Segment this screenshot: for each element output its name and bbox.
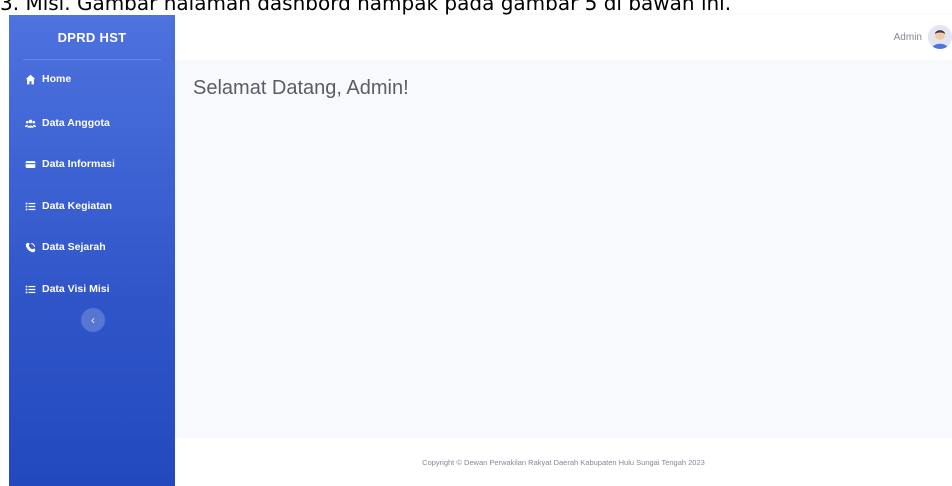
user-menu[interactable]: Admin — [894, 25, 952, 49]
sidebar-item-label: Home — [42, 73, 72, 85]
sidebar-divider — [23, 59, 161, 60]
sidebar-item-data-sejarah[interactable]: Data Sejarah — [9, 235, 175, 259]
sidebar-brand[interactable]: DPRD HST — [9, 15, 175, 59]
copyright-text: Copyright © Dewan Perwakilan Rakyat Daer… — [422, 457, 705, 467]
sidebar: DPRD HST Home Data Anggota Data Informas… — [9, 15, 175, 486]
main-content: Selamat Datang, Admin! — [175, 60, 952, 438]
topbar: Admin — [175, 15, 952, 60]
list-icon — [25, 285, 36, 293]
footer: Copyright © Dewan Perwakilan Rakyat Daer… — [175, 438, 952, 486]
list-icon — [25, 202, 36, 210]
sidebar-item-data-kegiatan[interactable]: Data Kegiatan — [9, 194, 175, 218]
document-caption: 3. Misi. Gambar halaman dashbord nampak … — [0, 0, 732, 15]
user-avatar-icon — [928, 25, 952, 49]
sidebar-item-label: Data Sejarah — [42, 241, 106, 253]
users-icon — [25, 119, 36, 128]
sidebar-item-data-visi-misi[interactable]: Data Visi Misi — [9, 277, 175, 301]
chevron-left-icon: ‹ — [91, 313, 95, 327]
history-icon — [25, 242, 36, 252]
sidebar-item-label: Data Kegiatan — [42, 200, 113, 212]
user-name: Admin — [893, 31, 922, 43]
sidebar-item-data-anggota[interactable]: Data Anggota — [9, 111, 175, 135]
avatar — [928, 25, 952, 49]
sidebar-item-home[interactable]: Home — [9, 67, 175, 91]
card-icon — [25, 160, 36, 168]
sidebar-item-label: Data Visi Misi — [42, 283, 110, 295]
sidebar-item-label: Data Informasi — [42, 158, 115, 170]
sidebar-toggle-button[interactable]: ‹ — [81, 308, 105, 332]
sidebar-item-data-informasi[interactable]: Data Informasi — [9, 152, 175, 176]
home-icon — [25, 74, 36, 84]
page-title: Selamat Datang, Admin! — [193, 77, 409, 99]
sidebar-item-label: Data Anggota — [42, 117, 110, 129]
